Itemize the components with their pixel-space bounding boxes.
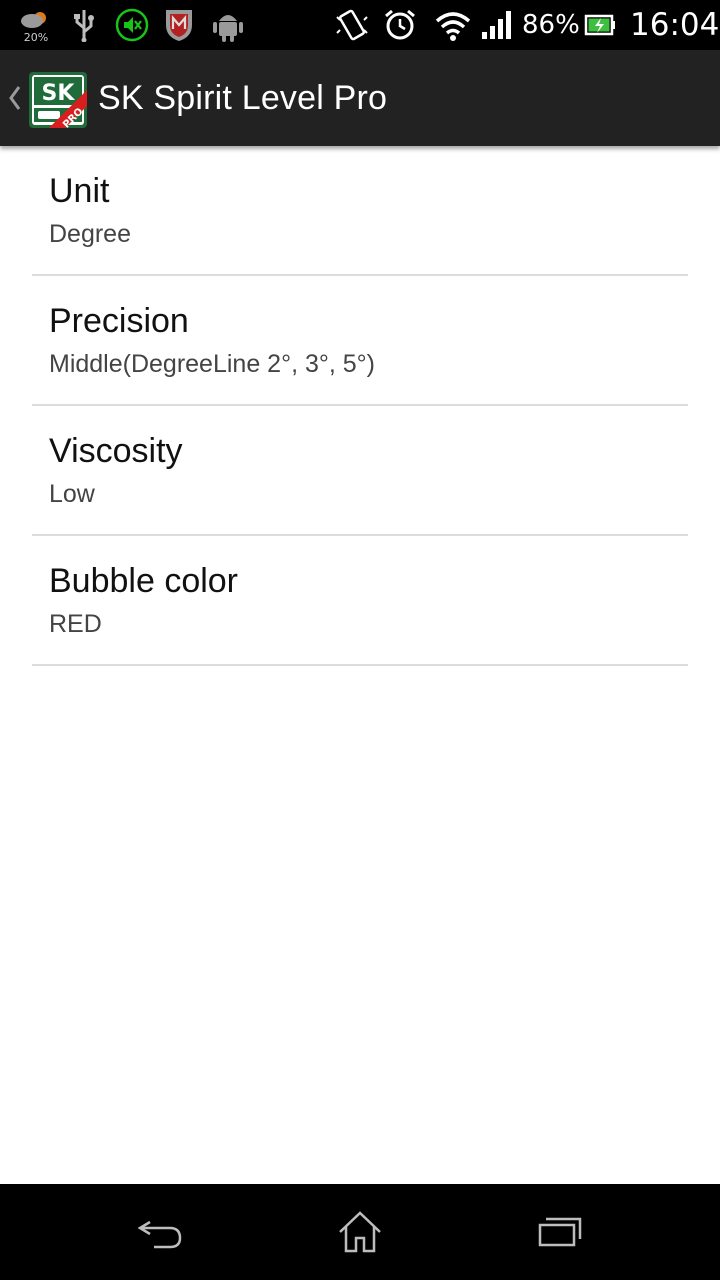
battery-icon: [583, 0, 617, 50]
status-bar: 20% 86% 16:04: [0, 0, 720, 50]
clock-time: 16:04: [630, 7, 720, 43]
pref-title: Precision: [49, 302, 189, 340]
app-title: SK Spirit Level Pro: [98, 78, 388, 117]
app-logo-letters: SK: [42, 81, 76, 106]
pref-title: Bubble color: [49, 562, 239, 600]
mute-icon: [114, 0, 150, 50]
preference-list: Unit Degree Precision Middle(DegreeLine …: [32, 146, 688, 666]
pref-title: Unit: [49, 172, 110, 210]
pref-bubble-color[interactable]: Bubble color RED: [32, 536, 688, 666]
navigation-bar: [0, 1184, 720, 1280]
pref-unit[interactable]: Unit Degree: [32, 146, 688, 276]
pref-summary: Low: [49, 480, 95, 508]
back-icon: [137, 1220, 182, 1249]
wifi-icon: [434, 0, 472, 50]
app-logo-icon[interactable]: SK PRO: [29, 72, 87, 131]
pref-precision[interactable]: Precision Middle(DegreeLine 2°, 3°, 5°): [32, 276, 688, 406]
pref-summary: Degree: [49, 220, 131, 248]
pref-summary: RED: [49, 610, 102, 638]
alarm-icon: [382, 0, 418, 50]
pref-title: Viscosity: [49, 432, 183, 470]
up-navigation-icon[interactable]: [6, 50, 24, 146]
recent-apps-icon: [538, 1217, 582, 1247]
home-button[interactable]: [300, 1184, 420, 1280]
vibrate-icon: [334, 0, 370, 50]
recent-apps-button[interactable]: [500, 1184, 620, 1280]
weather-icon: 20%: [16, 0, 56, 50]
back-button[interactable]: [100, 1184, 220, 1280]
usb-icon: [70, 0, 98, 50]
pref-viscosity[interactable]: Viscosity Low: [32, 406, 688, 536]
home-icon: [339, 1211, 381, 1253]
android-icon: [210, 0, 246, 50]
battery-percent: 86%: [522, 10, 580, 40]
signal-icon: [480, 0, 514, 50]
action-bar: SK PRO SK Spirit Level Pro: [0, 50, 720, 146]
mcafee-icon: [162, 0, 196, 50]
weather-percent-text: 20%: [24, 31, 48, 44]
pref-summary: Middle(DegreeLine 2°, 3°, 5°): [49, 350, 375, 378]
